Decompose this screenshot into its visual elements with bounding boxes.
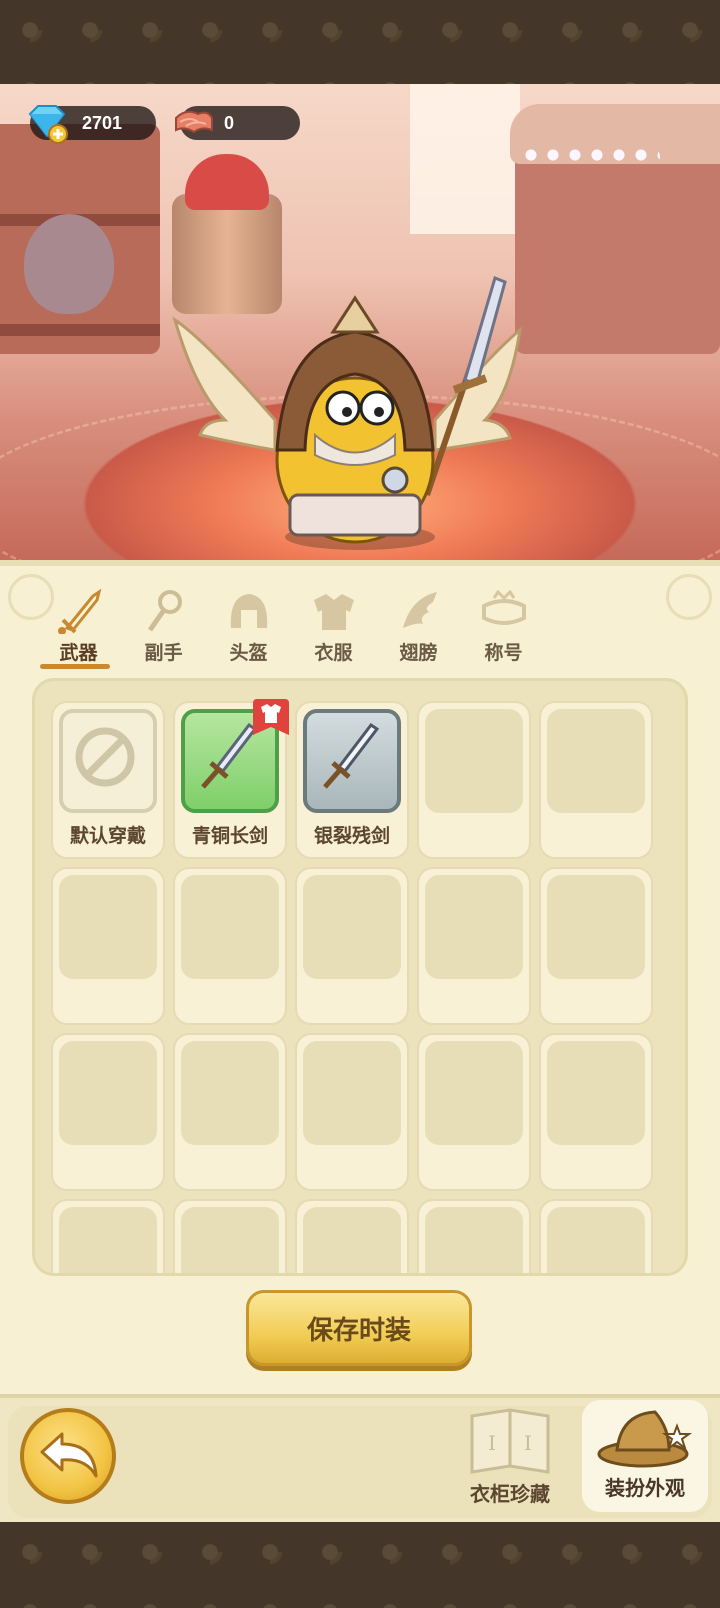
item-grid[interactable]: 默认穿戴 青铜长剑 银裂残剑 bbox=[32, 678, 688, 1276]
cloth-count: 0 bbox=[224, 112, 235, 133]
svg-text:I: I bbox=[524, 1431, 532, 1455]
empty-slot[interactable] bbox=[51, 1033, 165, 1191]
empty-slot[interactable] bbox=[173, 1033, 287, 1191]
cloth-roll-icon bbox=[175, 110, 213, 134]
item-name: 青铜长剑 bbox=[191, 825, 268, 847]
empty-slot[interactable] bbox=[51, 867, 165, 1025]
sword-icon bbox=[57, 588, 101, 634]
save-outfit-button[interactable]: 保存时装 bbox=[246, 1290, 472, 1366]
save-outfit-label: 保存时装 bbox=[306, 1315, 411, 1346]
bottom-pattern-strip bbox=[0, 1522, 720, 1608]
item-slot-default[interactable]: 默认穿戴 bbox=[51, 701, 165, 859]
empty-slot[interactable] bbox=[539, 867, 653, 1025]
empty-slot[interactable] bbox=[295, 1033, 409, 1191]
wardrobe-collection-button[interactable]: I I 衣柜珍藏 bbox=[448, 1406, 572, 1516]
empty-slot[interactable] bbox=[539, 1033, 653, 1191]
no-equip-icon bbox=[75, 727, 135, 787]
equipped-shirt-badge-icon bbox=[253, 699, 289, 735]
dressup-label: 装扮外观 bbox=[605, 1476, 685, 1500]
item-name: 银裂残剑 bbox=[313, 825, 390, 847]
tab-wings[interactable]: 翅膀 bbox=[376, 588, 461, 668]
svg-text:I: I bbox=[488, 1431, 496, 1455]
empty-slot[interactable] bbox=[539, 1199, 653, 1273]
tab-offhand[interactable]: 副手 bbox=[121, 588, 206, 668]
silver-sword-icon bbox=[323, 722, 380, 789]
empty-slot[interactable] bbox=[173, 867, 287, 1025]
empty-slot[interactable] bbox=[417, 1033, 531, 1191]
back-button[interactable] bbox=[20, 1408, 116, 1504]
scene-egg bbox=[24, 214, 114, 314]
category-tabs: 武器 副手 头盔 衣服 翅膀 称号 bbox=[36, 588, 556, 668]
empty-slot[interactable] bbox=[417, 1199, 531, 1273]
wardrobe-label: 衣柜珍藏 bbox=[470, 1482, 550, 1506]
top-pattern-strip bbox=[0, 0, 720, 84]
tab-helmet[interactable]: 头盔 bbox=[206, 588, 291, 668]
item-name: 默认穿戴 bbox=[69, 825, 146, 847]
scene-window bbox=[410, 84, 520, 234]
empty-slot[interactable] bbox=[417, 867, 531, 1025]
empty-slot[interactable] bbox=[173, 1199, 287, 1273]
empty-slot[interactable] bbox=[295, 1199, 409, 1273]
wardrobe-book-icon: I I bbox=[470, 1408, 550, 1474]
gem-counter[interactable]: 2701 bbox=[28, 105, 156, 144]
scene-fruit bbox=[185, 154, 269, 210]
title-icon bbox=[481, 589, 526, 625]
dressup-appearance-button[interactable]: 装扮外观 bbox=[582, 1400, 708, 1512]
cloth-counter: 0 bbox=[175, 106, 300, 140]
character-preview bbox=[172, 275, 523, 544]
empty-slot[interactable] bbox=[295, 867, 409, 1025]
armor-icon bbox=[313, 594, 354, 630]
empty-slot[interactable] bbox=[539, 701, 653, 859]
helmet-icon bbox=[230, 594, 267, 628]
tab-title[interactable]: 称号 bbox=[461, 588, 546, 668]
tab-clothes[interactable]: 衣服 bbox=[291, 588, 376, 668]
item-slot-silver-sword[interactable]: 银裂残剑 bbox=[295, 701, 409, 859]
wing-icon bbox=[402, 592, 437, 628]
empty-slot[interactable] bbox=[417, 701, 531, 859]
active-tab-indicator bbox=[40, 664, 110, 669]
gem-count: 2701 bbox=[82, 112, 123, 133]
scene-pearls bbox=[520, 144, 660, 170]
tab-weapon[interactable]: 武器 bbox=[36, 588, 121, 668]
hat-icon bbox=[597, 1410, 693, 1468]
back-arrow-icon bbox=[40, 1432, 98, 1478]
empty-slot[interactable] bbox=[51, 1199, 165, 1273]
gem-plus-icon bbox=[28, 105, 68, 144]
item-slot-bronze-sword[interactable]: 青铜长剑 bbox=[173, 699, 289, 859]
offhand-icon bbox=[147, 590, 182, 632]
